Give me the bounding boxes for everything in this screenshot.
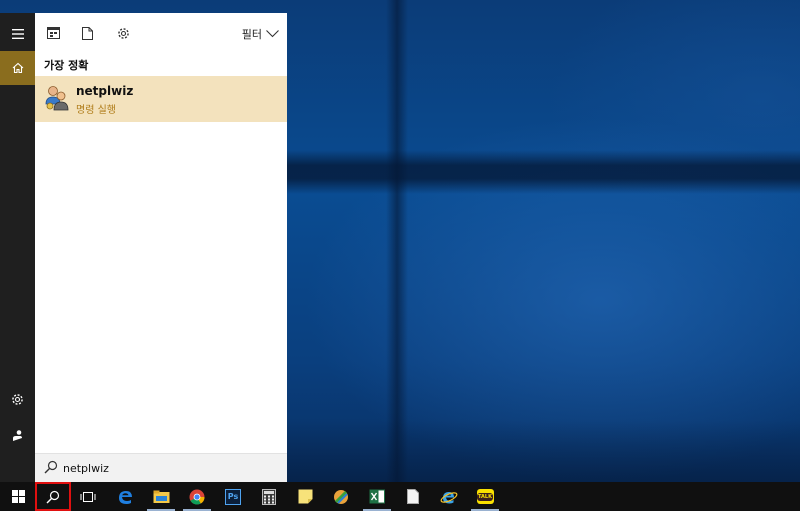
taskbar-calculator[interactable] <box>251 482 287 511</box>
taskbar-kakaotalk[interactable]: TALK <box>467 482 503 511</box>
search-icon <box>46 490 60 503</box>
start-left-rail <box>0 13 35 482</box>
start-button[interactable] <box>0 482 36 511</box>
search-box[interactable] <box>35 453 287 482</box>
edge-icon <box>119 490 132 504</box>
settings-button[interactable] <box>0 382 35 416</box>
taskbar-file-explorer[interactable] <box>143 482 179 511</box>
excel-icon <box>369 489 385 504</box>
settings-filter-button[interactable] <box>115 25 131 41</box>
windows-start-icon <box>11 490 25 503</box>
apps-icon <box>46 27 60 39</box>
document-icon <box>81 26 93 40</box>
settings-icon <box>12 393 23 405</box>
settings-icon <box>117 27 129 39</box>
filter-label: 필터 <box>241 28 262 41</box>
task-view-button[interactable] <box>70 482 106 511</box>
search-icon <box>44 460 58 474</box>
photoshop-label: Ps <box>227 492 239 501</box>
taskbar-excel[interactable] <box>359 482 395 511</box>
sticky-notes-icon <box>298 489 312 504</box>
taskbar-photoshop[interactable]: Ps <box>215 482 251 511</box>
filter-button[interactable]: 필터 <box>242 25 279 43</box>
taskbar-color-app[interactable] <box>323 482 359 511</box>
taskbar: Ps TALK <box>0 482 800 511</box>
photoshop-icon: Ps <box>225 488 241 505</box>
taskbar-chrome[interactable] <box>179 482 215 511</box>
hamburger-menu-button[interactable] <box>0 17 35 51</box>
result-title: netplwiz <box>76 84 134 98</box>
documents-filter-button[interactable] <box>79 25 95 41</box>
wallpaper-light-beam <box>287 150 800 194</box>
chrome-icon <box>189 489 205 505</box>
best-match-heading: 가장 정확 <box>44 59 89 72</box>
chevron-down-icon <box>266 30 279 38</box>
search-panel-toolbar: 필터 <box>35 13 287 53</box>
taskbar-internet-explorer[interactable] <box>431 482 467 511</box>
task-view-icon <box>80 491 96 502</box>
blank-document-icon <box>407 489 419 504</box>
calculator-icon <box>262 488 276 505</box>
kakao-label: TALK <box>477 492 493 501</box>
color-app-icon <box>334 489 348 504</box>
user-feedback-icon <box>13 429 22 441</box>
wallpaper-light-beam <box>386 0 408 482</box>
home-icon <box>12 62 23 74</box>
internet-explorer-icon <box>440 491 458 503</box>
search-panel: 필터 가장 정확 netplwiz 명령 실행 <box>35 13 287 482</box>
top-result-item[interactable]: netplwiz 명령 실행 <box>35 76 287 122</box>
search-button[interactable] <box>35 482 71 511</box>
kakaotalk-icon: TALK <box>476 489 494 504</box>
taskbar-blank-document[interactable] <box>395 482 431 511</box>
result-subtitle: 명령 실행 <box>76 105 116 116</box>
home-button[interactable] <box>0 51 35 85</box>
search-input[interactable] <box>63 459 273 477</box>
file-explorer-icon <box>153 490 169 503</box>
apps-filter-button[interactable] <box>45 25 61 41</box>
feedback-button[interactable] <box>0 418 35 452</box>
users-accounts-icon <box>45 86 69 111</box>
taskbar-edge[interactable] <box>107 482 143 511</box>
taskbar-sticky-notes[interactable] <box>287 482 323 511</box>
wallpaper-shadow <box>287 420 800 482</box>
hamburger-menu-icon <box>11 29 24 39</box>
